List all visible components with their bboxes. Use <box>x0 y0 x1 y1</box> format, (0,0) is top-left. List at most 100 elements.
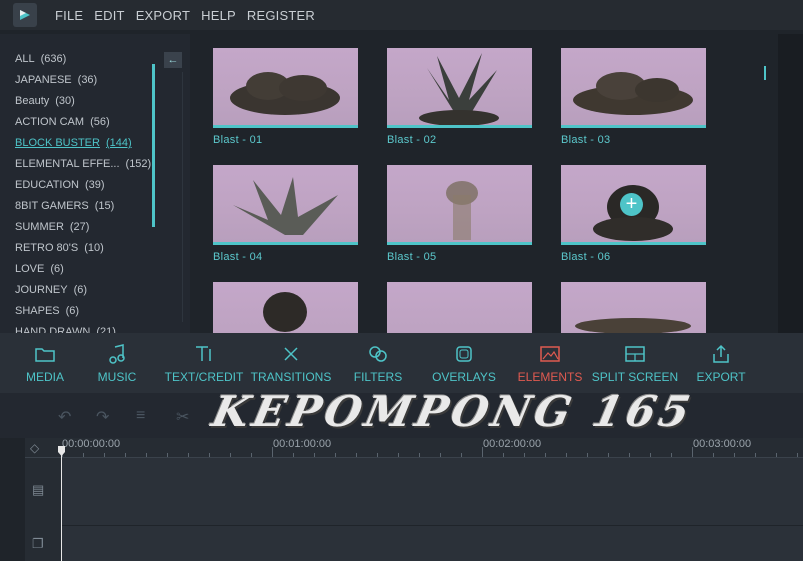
timecode-label: 00:03:00:00 <box>693 438 752 450</box>
tab-filters[interactable]: FILTERS <box>333 343 423 384</box>
thumbnail-label: Blast - 02 <box>387 134 437 146</box>
category-name: JOURNEY <box>15 284 68 296</box>
element-thumbnail[interactable] <box>387 282 532 333</box>
music-note-icon <box>72 343 162 365</box>
tab-text-credit[interactable]: TEXT/CREDIT <box>159 343 249 384</box>
tab-label: EXPORT <box>696 370 746 384</box>
ruler-tick <box>209 453 210 457</box>
video-track-icon: ▤ <box>32 482 45 497</box>
thumbnail-image[interactable] <box>561 282 706 333</box>
menu-edit[interactable]: EDIT <box>94 8 124 23</box>
category-item[interactable]: ALL (636) <box>15 51 151 72</box>
category-name: LOVE <box>15 263 45 275</box>
element-thumbnail[interactable]: Blast - 02 <box>387 48 532 146</box>
timecode-label: 00:00:00:00 <box>62 438 121 450</box>
category-item[interactable]: EDUCATION (39) <box>15 177 151 198</box>
tab-music[interactable]: MUSIC <box>72 343 162 384</box>
thumbnail-image[interactable] <box>387 165 532 245</box>
ruler-tick <box>146 453 147 457</box>
undo-icon[interactable]: ↶ <box>58 407 71 427</box>
category-item[interactable]: RETRO 80'S (10) <box>15 240 151 261</box>
category-item[interactable]: LOVE (6) <box>15 261 151 282</box>
video-track[interactable] <box>62 458 803 525</box>
ruler-tick <box>377 453 378 457</box>
ruler-tick <box>629 453 630 457</box>
overlay-track[interactable] <box>62 526 803 561</box>
app-logo-icon <box>13 3 37 27</box>
thumbnail-image[interactable] <box>561 48 706 128</box>
element-thumbnail[interactable] <box>213 282 358 333</box>
elements-grid: Blast - 01 Blast - 02 Blast - 03 Blast - 04… <box>190 34 778 333</box>
watermark-text: KEPOMPONG 165 <box>207 387 699 436</box>
category-item[interactable]: SHAPES (6) <box>15 303 151 324</box>
element-thumbnail[interactable]: + Blast - 06 <box>561 165 706 263</box>
menu-help[interactable]: HELP <box>201 8 236 23</box>
ruler-tick <box>335 453 336 457</box>
menu-export[interactable]: EXPORT <box>136 8 190 23</box>
category-item[interactable]: JOURNEY (6) <box>15 282 151 303</box>
ruler-tick <box>251 453 252 457</box>
ruler-tick <box>713 453 714 457</box>
snap-icon[interactable]: ◇ <box>30 441 39 455</box>
tab-export[interactable]: EXPORT <box>676 343 766 384</box>
ruler-tick <box>293 453 294 457</box>
menu-register[interactable]: REGISTER <box>247 8 315 23</box>
thumbnail-image[interactable]: + <box>561 165 706 245</box>
cut-icon[interactable]: ✂ <box>176 407 189 427</box>
category-name: ELEMENTAL EFFE... <box>15 158 120 170</box>
category-item[interactable]: 8BIT GAMERS (15) <box>15 198 151 219</box>
menu-file[interactable]: FILE <box>55 8 83 23</box>
ruler-tick <box>566 453 567 457</box>
tab-split-screen[interactable]: SPLIT SCREEN <box>590 343 680 384</box>
element-thumbnail[interactable]: Blast - 05 <box>387 165 532 263</box>
category-name: 8BIT GAMERS <box>15 200 89 212</box>
thumbnail-label: Blast - 06 <box>561 251 611 263</box>
timeline-ruler[interactable]: 00:00:00:00 00:01:00:00 00:02:00:00 00:03:0… <box>25 438 803 458</box>
category-name: ACTION CAM <box>15 116 85 128</box>
grid-scrollbar[interactable] <box>764 66 766 80</box>
redo-icon[interactable]: ↷ <box>96 407 109 427</box>
ruler-tick <box>671 453 672 457</box>
thumbnail-label: Blast - 05 <box>387 251 437 263</box>
ruler-tick <box>650 453 651 457</box>
adjust-icon[interactable]: ≡ <box>136 407 145 425</box>
ruler-tick <box>461 453 462 457</box>
export-icon <box>676 343 766 365</box>
category-count: (27) <box>69 221 90 233</box>
thumbnail-image[interactable] <box>213 165 358 245</box>
category-item[interactable]: Beauty (30) <box>15 93 151 114</box>
thumbnail-label: Blast - 01 <box>213 134 263 146</box>
thumbnail-image[interactable] <box>213 282 358 333</box>
category-scrollbar[interactable] <box>152 64 155 227</box>
element-thumbnail[interactable]: Blast - 01 <box>213 48 358 146</box>
tab-elements[interactable]: ELEMENTS <box>505 343 595 384</box>
menu-bar: FILE EDIT EXPORT HELP REGISTER <box>0 0 803 30</box>
category-item[interactable]: JAPANESE (36) <box>15 72 151 93</box>
collapse-arrow-icon[interactable]: ← <box>164 52 182 68</box>
ruler-tick <box>524 453 525 457</box>
thumbnail-image[interactable] <box>387 48 532 128</box>
thumbnail-image[interactable] <box>387 282 532 333</box>
category-count: (21) <box>96 326 116 333</box>
thumbnail-label: Blast - 03 <box>561 134 611 146</box>
category-item[interactable]: ACTION CAM (56) <box>15 114 151 135</box>
tab-overlays[interactable]: OVERLAYS <box>419 343 509 384</box>
element-thumbnail[interactable]: Blast - 03 <box>561 48 706 146</box>
category-item[interactable]: HAND DRAWN (21) <box>15 324 151 333</box>
tab-transitions[interactable]: TRANSITIONS <box>246 343 336 384</box>
video-editor-app: FILE EDIT EXPORT HELP REGISTER ALL (636) J… <box>0 0 803 561</box>
category-item[interactable]: SUMMER (27) <box>15 219 151 240</box>
category-count: (10) <box>84 242 104 254</box>
thumbnail-image[interactable] <box>213 48 358 128</box>
category-name: ALL <box>15 53 35 65</box>
element-thumbnail[interactable]: Blast - 04 <box>213 165 358 263</box>
track-headers: ▤ ❐ <box>25 458 62 561</box>
element-thumbnail[interactable] <box>561 282 706 333</box>
category-item[interactable]: ELEMENTAL EFFE... (152) <box>15 156 151 177</box>
ruler-tick <box>440 453 441 457</box>
category-item[interactable]: BLOCK BUSTER (144) <box>15 135 151 156</box>
add-to-timeline-icon[interactable]: + <box>620 193 643 216</box>
ruler-tick <box>587 453 588 457</box>
playhead[interactable] <box>61 446 62 561</box>
ruler-tick <box>356 453 357 457</box>
